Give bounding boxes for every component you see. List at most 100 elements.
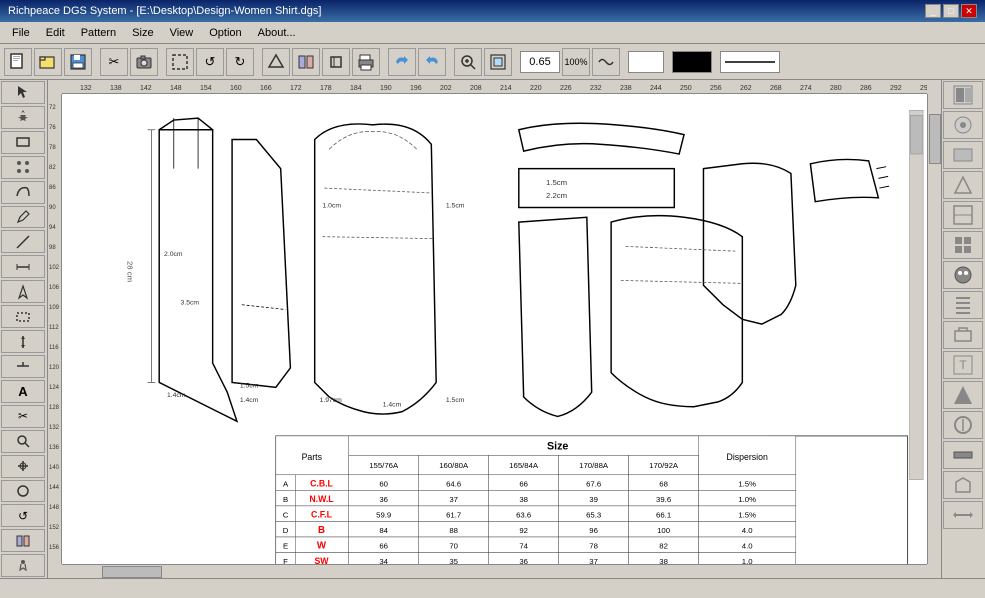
grainline-tool[interactable]	[1, 330, 45, 353]
svg-text:74: 74	[519, 542, 528, 551]
svg-text:37: 37	[589, 557, 598, 564]
node-button[interactable]	[262, 48, 290, 76]
menu-pattern[interactable]: Pattern	[73, 25, 124, 41]
rp-button-11[interactable]	[943, 381, 983, 409]
menu-option[interactable]: Option	[201, 25, 249, 41]
rotate-right-button[interactable]: ↻	[226, 48, 254, 76]
svg-text:232: 232	[590, 85, 602, 92]
svg-text:92: 92	[519, 526, 528, 535]
rotate-left-button[interactable]: ↺	[196, 48, 224, 76]
svg-text:35: 35	[449, 557, 458, 564]
rp-button-1[interactable]	[943, 81, 983, 109]
rp-button-6[interactable]	[943, 231, 983, 259]
horizontal-scrollbar[interactable]	[62, 564, 927, 578]
rp-button-2[interactable]	[943, 111, 983, 139]
camera-button[interactable]	[130, 48, 158, 76]
rp-button-13[interactable]	[943, 441, 983, 469]
menubar: File Edit Pattern Size View Option About…	[0, 22, 985, 44]
color-selector[interactable]	[672, 51, 712, 73]
svg-text:1.97cm: 1.97cm	[320, 397, 343, 404]
canvas-area[interactable]: 132 138 142 148 154 160 166 172 178 184 …	[48, 80, 941, 578]
vertical-scrollbar[interactable]	[927, 94, 941, 564]
zoom-input[interactable]	[520, 51, 560, 73]
redo-button[interactable]	[418, 48, 446, 76]
rp-button-8[interactable]	[943, 291, 983, 319]
line-style-selector[interactable]	[720, 51, 780, 73]
bezier-tool[interactable]	[1, 181, 45, 204]
zoom-fit-button[interactable]	[484, 48, 512, 76]
canvas-content[interactable]: 2.0cm 3.5cm 1.4cm 28 cm 1.4cm 1.5cm	[62, 94, 927, 564]
number-input[interactable]: 2	[628, 51, 664, 73]
rp-button-4[interactable]	[943, 171, 983, 199]
dart-tool[interactable]	[1, 280, 45, 303]
print-button[interactable]	[352, 48, 380, 76]
svg-text:1.4cm: 1.4cm	[383, 402, 402, 409]
notch-tool[interactable]	[1, 355, 45, 378]
seam-tool[interactable]	[1, 305, 45, 328]
zoom-100-button[interactable]: 100%	[562, 48, 590, 76]
close-button[interactable]: ✕	[961, 4, 977, 18]
maximize-button[interactable]: □	[943, 4, 959, 18]
piece-button[interactable]	[322, 48, 350, 76]
svg-text:66: 66	[379, 542, 388, 551]
mirror-piece-tool[interactable]	[1, 529, 45, 552]
svg-text:38: 38	[519, 495, 528, 504]
line-tool[interactable]	[1, 230, 45, 253]
svg-text:112: 112	[49, 325, 59, 331]
svg-text:120: 120	[49, 365, 60, 371]
select-button[interactable]	[166, 48, 194, 76]
svg-text:39.6: 39.6	[656, 495, 671, 504]
menu-about[interactable]: About...	[250, 25, 304, 41]
pencil-tool[interactable]	[1, 206, 45, 229]
svg-text:59.9: 59.9	[376, 511, 391, 520]
open-button[interactable]	[34, 48, 62, 76]
svg-text:100: 100	[657, 526, 671, 535]
menu-view[interactable]: View	[162, 25, 202, 41]
menu-size[interactable]: Size	[124, 25, 161, 41]
rectangle-tool[interactable]	[1, 131, 45, 154]
svg-text:155/76A: 155/76A	[369, 461, 399, 470]
rp-button-12[interactable]	[943, 411, 983, 439]
minimize-button[interactable]: _	[925, 4, 941, 18]
svg-text:4.0: 4.0	[742, 526, 753, 535]
svg-text:60: 60	[379, 479, 388, 488]
svg-text:4.0: 4.0	[742, 542, 753, 551]
select-tool[interactable]	[1, 81, 45, 104]
rp-button-7[interactable]	[943, 261, 983, 289]
svg-text:132: 132	[49, 425, 60, 431]
rotate-tool[interactable]: ↺	[1, 504, 45, 527]
rp-button-10[interactable]: T	[943, 351, 983, 379]
walk-tool[interactable]	[1, 554, 45, 577]
svg-text:68: 68	[659, 479, 668, 488]
text-tool[interactable]: A	[1, 380, 45, 403]
zoom-tool[interactable]	[1, 430, 45, 453]
rp-button-15[interactable]	[943, 501, 983, 529]
svg-text:A: A	[283, 479, 289, 488]
rp-button-5[interactable]	[943, 201, 983, 229]
svg-text:1.0: 1.0	[742, 557, 753, 564]
svg-text:36: 36	[519, 557, 528, 564]
pan-tool[interactable]	[1, 455, 45, 478]
svg-text:1.5cm: 1.5cm	[446, 397, 465, 404]
undo-button[interactable]	[388, 48, 416, 76]
svg-text:78: 78	[49, 145, 56, 151]
mirror-button[interactable]	[292, 48, 320, 76]
wave-button[interactable]	[592, 48, 620, 76]
circle-tool[interactable]	[1, 480, 45, 503]
rp-button-3[interactable]	[943, 141, 983, 169]
measure-tool[interactable]	[1, 255, 45, 278]
svg-text:166: 166	[260, 85, 272, 92]
rp-button-14[interactable]	[943, 471, 983, 499]
new-button[interactable]	[4, 48, 32, 76]
rp-button-9[interactable]	[943, 321, 983, 349]
menu-file[interactable]: File	[4, 25, 38, 41]
svg-text:156: 156	[49, 545, 60, 551]
move-tool[interactable]	[1, 106, 45, 129]
cut-button[interactable]: ✂	[100, 48, 128, 76]
node-tool[interactable]	[1, 156, 45, 179]
zoom-in-button[interactable]	[454, 48, 482, 76]
menu-edit[interactable]: Edit	[38, 25, 73, 41]
svg-text:84: 84	[379, 526, 388, 535]
save-button[interactable]	[64, 48, 92, 76]
scissors-tool[interactable]: ✂	[1, 405, 45, 428]
